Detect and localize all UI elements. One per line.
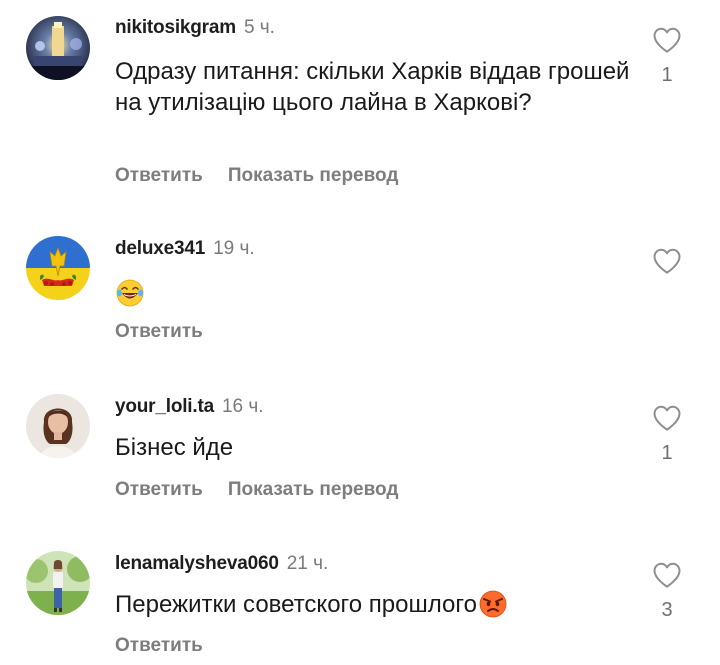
woman-portrait-avatar-icon [26,394,90,458]
reply-button[interactable]: Ответить [115,634,203,658]
heart-icon[interactable] [652,26,682,54]
comment-actions: Ответить [115,320,203,344]
comment-header: your_loli.ta 16 ч. [115,395,264,419]
reply-button[interactable]: Ответить [115,478,203,502]
timestamp: 5 ч. [243,17,275,38]
timestamp: 19 ч. [213,238,255,259]
woman-in-park-avatar-icon [26,551,90,615]
like-count: 1 [661,442,673,464]
comment-text: Пережитки советского прошлого [115,589,635,620]
avatar[interactable] [26,551,90,615]
reply-button[interactable]: Ответить [115,320,203,344]
avatar[interactable] [26,236,90,300]
heart-icon[interactable] [652,247,682,275]
like-section: 1 [650,404,684,464]
username[interactable]: deluxe341 [115,238,205,259]
like-section: 3 [650,561,684,621]
angry-face-emoji [479,590,507,618]
like-count: 3 [661,599,673,621]
comment-text-content: Пережитки советского прошлого [115,591,477,618]
comment-header: nikitosikgram 5 ч. [115,16,275,40]
username[interactable]: lenamalysheva060 [115,553,279,574]
heart-icon[interactable] [652,404,682,432]
like-count: 1 [661,64,673,86]
comment-text [115,276,635,308]
city-fountain-night-avatar-icon [26,16,90,80]
comment-header: lenamalysheva060 21 ч. [115,552,328,576]
comment-actions: Ответить Показать перевод [115,164,398,188]
comment-text: Одразу питання: скільки Харків віддав гр… [115,58,630,116]
comment-text: Бізнес йде [115,434,234,461]
username[interactable]: your_loli.ta [115,396,214,417]
comment-header: deluxe341 19 ч. [115,237,255,261]
like-section: 1 [650,26,684,86]
like-section [650,247,684,285]
ukraine-trident-flag-avatar-icon [26,236,90,300]
avatar[interactable] [26,394,90,458]
comment-actions: Ответить [115,634,203,658]
timestamp: 16 ч. [221,396,264,417]
laughing-tears-emoji [116,279,144,307]
show-translation-button[interactable]: Показать перевод [228,478,399,502]
reply-button[interactable]: Ответить [115,164,203,188]
show-translation-button[interactable]: Показать перевод [228,164,399,188]
avatar[interactable] [26,16,90,80]
timestamp: 21 ч. [286,553,329,574]
username[interactable]: nikitosikgram [115,17,236,38]
heart-icon[interactable] [652,561,682,589]
comment-actions: Ответить Показать перевод [115,478,398,502]
comment-item: nikitosikgram 5 ч. Одразу питання: скільк… [0,0,720,200]
